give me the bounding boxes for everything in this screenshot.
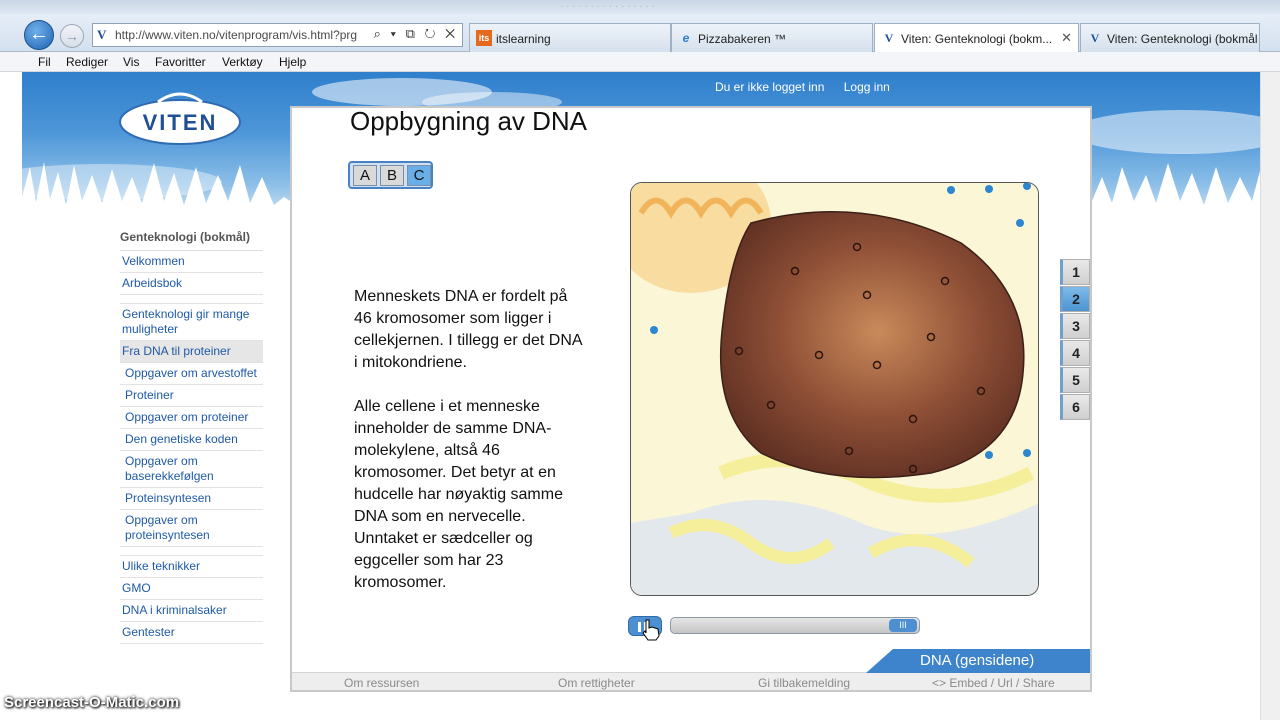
sidebar-item-ulike-teknikker[interactable]: Ulike teknikker [120,555,263,578]
hand-cursor-icon [642,619,660,641]
sidebar-item-proteiner[interactable]: Proteiner [120,385,263,407]
tab-pizzabakeren[interactable]: e Pizzabakeren ™ [671,23,873,52]
page-button-4[interactable]: 4 [1060,340,1090,366]
menu-help[interactable]: Hjelp [279,55,306,69]
forward-button[interactable]: → [60,24,84,48]
page-button-3[interactable]: 3 [1060,313,1090,339]
tab-label: itslearning [496,32,551,46]
footer-tilbakemelding[interactable]: Gi tilbakemelding [758,676,850,690]
sidebar-item-oppgaver-proteiner[interactable]: Oppgaver om proteiner [120,407,263,429]
page-button-5[interactable]: 5 [1060,367,1090,393]
sidebar-item-gentester[interactable]: Gentester [120,622,263,644]
sidebar-title: Genteknologi (bokmål) [120,230,263,251]
page-button-6[interactable]: 6 [1060,394,1090,420]
itslearning-icon: its [476,30,492,46]
sidebar-item-muligheter[interactable]: Genteknologi gir mange muligheter [120,303,263,341]
sidebar-item-velkommen[interactable]: Velkommen [120,251,263,273]
cell-illustration [630,182,1039,596]
page-scrollbar[interactable] [1260,72,1280,720]
level-tab-c[interactable]: C [407,165,431,186]
page-button-1[interactable]: 1 [1060,259,1090,285]
sidebar-item-oppgaver-baserekkefolgen[interactable]: Oppgaver om baserekkefølgen [120,451,263,488]
footer-om-ressursen[interactable]: Om ressursen [344,676,419,690]
footer-om-rettigheter[interactable]: Om rettigheter [558,676,635,690]
progress-slider[interactable]: III [670,617,920,634]
login-status: Du er ikke logget inn [715,80,825,94]
level-tab-a[interactable]: A [353,165,377,186]
viten-icon: V [884,31,894,45]
section-tab[interactable]: DNA (gensidene) [866,649,1090,673]
tab-label: Viten: Genteknologi (bokmål [1107,32,1258,46]
cell-nucleus-image [631,183,1038,595]
menu-edit[interactable]: Rediger [66,55,108,69]
sidebar-item-dna-kriminalsaker[interactable]: DNA i kriminalsaker [120,600,263,622]
menu-bar: Fil Rediger Vis Favoritter Verktøy Hjelp [0,52,1280,72]
slider-thumb[interactable]: III [889,619,917,632]
login-link[interactable]: Logg inn [844,80,890,94]
right-panel-bg [1092,212,1260,720]
back-button[interactable]: ← [24,20,54,50]
menu-file[interactable]: Fil [38,55,51,69]
page-buttons: 1 2 3 4 5 6 [1060,259,1090,421]
frame-footer: Om ressursen Om rettigheter Gi tilbakeme… [290,672,1092,692]
section-tab-label: DNA (gensidene) [920,652,1035,669]
ie-icon: e [682,31,690,45]
tab-label: Viten: Genteknologi (bokm... [901,32,1053,46]
page-gutter [0,72,22,720]
tab-itslearning[interactable]: its itslearning [469,23,671,52]
sidebar-item-proteinsyntesen[interactable]: Proteinsyntesen [120,488,263,510]
viten-icon: V [1090,31,1100,45]
level-tab-b[interactable]: B [380,165,404,186]
window-titlebar: · · · · · · · · · · · · · · · · [0,0,1280,14]
menu-tools[interactable]: Verktøy [222,55,263,69]
page-title: Oppbygning av DNA [350,106,588,136]
paragraph-1: Menneskets DNA er fordelt på 46 kromosom… [354,288,582,371]
address-bar[interactable]: V http://www.viten.no/vitenprogram/vis.h… [92,23,463,47]
tab-label: Pizzabakeren ™ [698,32,787,46]
sidebar-item-oppgaver-arvestoffet[interactable]: Oppgaver om arvestoffet [120,363,263,385]
browser-navbar: ← → V http://www.viten.no/vitenprogram/v… [0,14,1280,53]
sidebar-item-gmo[interactable]: GMO [120,578,263,600]
svg-text:VITEN: VITEN [143,110,218,135]
address-tools[interactable]: ⌕ ▾ ⧉ ↻ ✕ [374,26,458,42]
address-url[interactable]: http://www.viten.no/vitenprogram/vis.htm… [115,28,367,42]
sidebar-item-genetiske-koden[interactable]: Den genetiske koden [120,429,263,451]
sidebar-item-arbeidsbok[interactable]: Arbeidsbok [120,273,263,295]
window-title-ghost: · · · · · · · · · · · · · · · · [560,1,655,12]
paragraph-2: Alle cellene i et menneske inneholder de… [354,398,563,591]
sidebar-item-fra-dna[interactable]: Fra DNA til proteiner [120,341,263,363]
site-favicon-icon: V [97,27,107,42]
viten-logo[interactable]: VITEN [118,90,242,146]
sidebar-nav: Genteknologi (bokmål) Velkommen Arbeidsb… [120,230,263,644]
tab-viten-2[interactable]: V Viten: Genteknologi (bokmål [1080,23,1260,52]
login-area: Du er ikke logget inn Logg inn [715,80,906,94]
footer-embed-share[interactable]: <> Embed / Url / Share [932,676,1055,690]
page-button-2[interactable]: 2 [1060,286,1090,312]
sidebar-item-oppgaver-proteinsyntesen[interactable]: Oppgaver om proteinsyntesen [120,510,263,547]
level-tabs: A B C [348,161,433,189]
tab-viten-active[interactable]: V Viten: Genteknologi (bokm... ✕ [874,23,1079,53]
menu-favorites[interactable]: Favoritter [155,55,206,69]
menu-view[interactable]: Vis [123,55,139,69]
screencast-watermark: Screencast-O-Matic.com [4,694,180,711]
animation-player: III [628,616,922,641]
close-tab-icon[interactable]: ✕ [1061,30,1072,46]
